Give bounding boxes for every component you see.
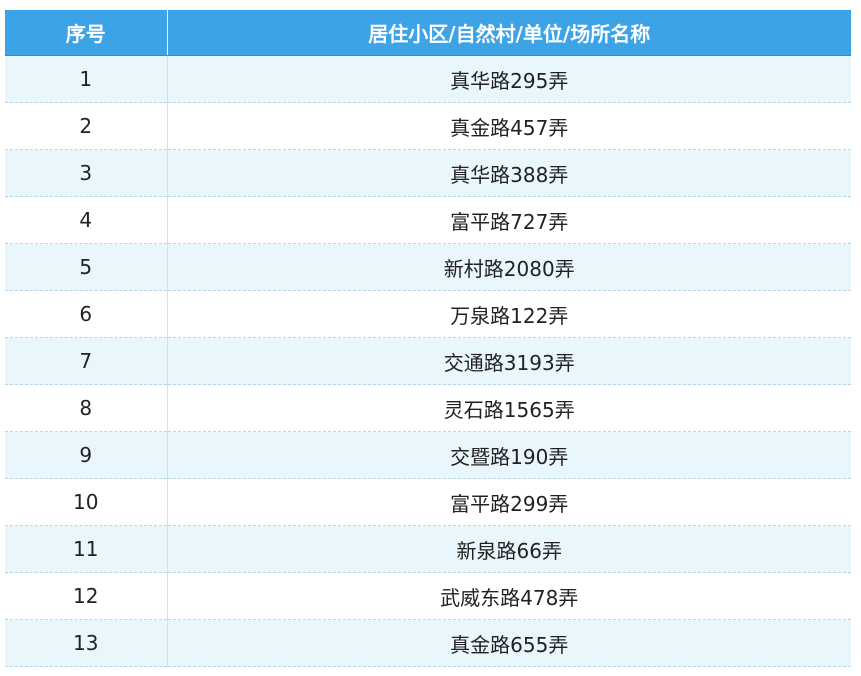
location-table-container: 序号 居住小区/自然村/单位/场所名称 1 真华路295弄 2 真金路457弄 3 真华路…	[5, 10, 851, 667]
table-row: 11 新泉路66弄	[5, 525, 851, 573]
row-location-name-cell: 真金路655弄	[167, 619, 851, 667]
table-row: 6 万泉路122弄	[5, 290, 851, 338]
row-index-cell: 11	[5, 525, 168, 573]
table-row: 4 富平路727弄	[5, 196, 851, 244]
row-index-cell: 10	[5, 478, 168, 526]
row-location-name-cell: 真华路295弄	[167, 55, 851, 103]
table-row: 9 交暨路190弄	[5, 431, 851, 479]
header-location-name: 居住小区/自然村/单位/场所名称	[167, 10, 851, 56]
row-index-cell: 13	[5, 619, 168, 667]
table-row: 13 真金路655弄	[5, 619, 851, 667]
row-index-cell: 8	[5, 384, 168, 432]
table-row: 2 真金路457弄	[5, 102, 851, 150]
row-index-cell: 3	[5, 149, 168, 197]
row-location-name-cell: 新村路2080弄	[167, 243, 851, 291]
header-row: 序号 居住小区/自然村/单位/场所名称	[5, 10, 851, 56]
header-index: 序号	[5, 10, 168, 56]
row-location-name-cell: 交通路3193弄	[167, 337, 851, 385]
table-body: 1 真华路295弄 2 真金路457弄 3 真华路388弄 4 富平路727弄 5 新村路2080…	[5, 55, 851, 667]
row-location-name-cell: 武威东路478弄	[167, 572, 851, 620]
table-row: 5 新村路2080弄	[5, 243, 851, 291]
row-index-cell: 2	[5, 102, 168, 150]
row-location-name-cell: 交暨路190弄	[167, 431, 851, 479]
row-index-cell: 7	[5, 337, 168, 385]
table-row: 1 真华路295弄	[5, 55, 851, 103]
table-row: 12 武威东路478弄	[5, 572, 851, 620]
row-index-cell: 4	[5, 196, 168, 244]
row-index-cell: 6	[5, 290, 168, 338]
row-index-cell: 1	[5, 55, 168, 103]
row-location-name-cell: 万泉路122弄	[167, 290, 851, 338]
table-row: 7 交通路3193弄	[5, 337, 851, 385]
row-location-name-cell: 灵石路1565弄	[167, 384, 851, 432]
row-index-cell: 5	[5, 243, 168, 291]
row-index-cell: 9	[5, 431, 168, 479]
table-header: 序号 居住小区/自然村/单位/场所名称	[5, 10, 851, 56]
row-location-name-cell: 新泉路66弄	[167, 525, 851, 573]
table-row: 10 富平路299弄	[5, 478, 851, 526]
row-location-name-cell: 富平路727弄	[167, 196, 851, 244]
row-location-name-cell: 富平路299弄	[167, 478, 851, 526]
row-index-cell: 12	[5, 572, 168, 620]
table-row: 8 灵石路1565弄	[5, 384, 851, 432]
table-row: 3 真华路388弄	[5, 149, 851, 197]
row-location-name-cell: 真华路388弄	[167, 149, 851, 197]
row-location-name-cell: 真金路457弄	[167, 102, 851, 150]
location-table: 序号 居住小区/自然村/单位/场所名称 1 真华路295弄 2 真金路457弄 3 真华路…	[5, 10, 851, 667]
